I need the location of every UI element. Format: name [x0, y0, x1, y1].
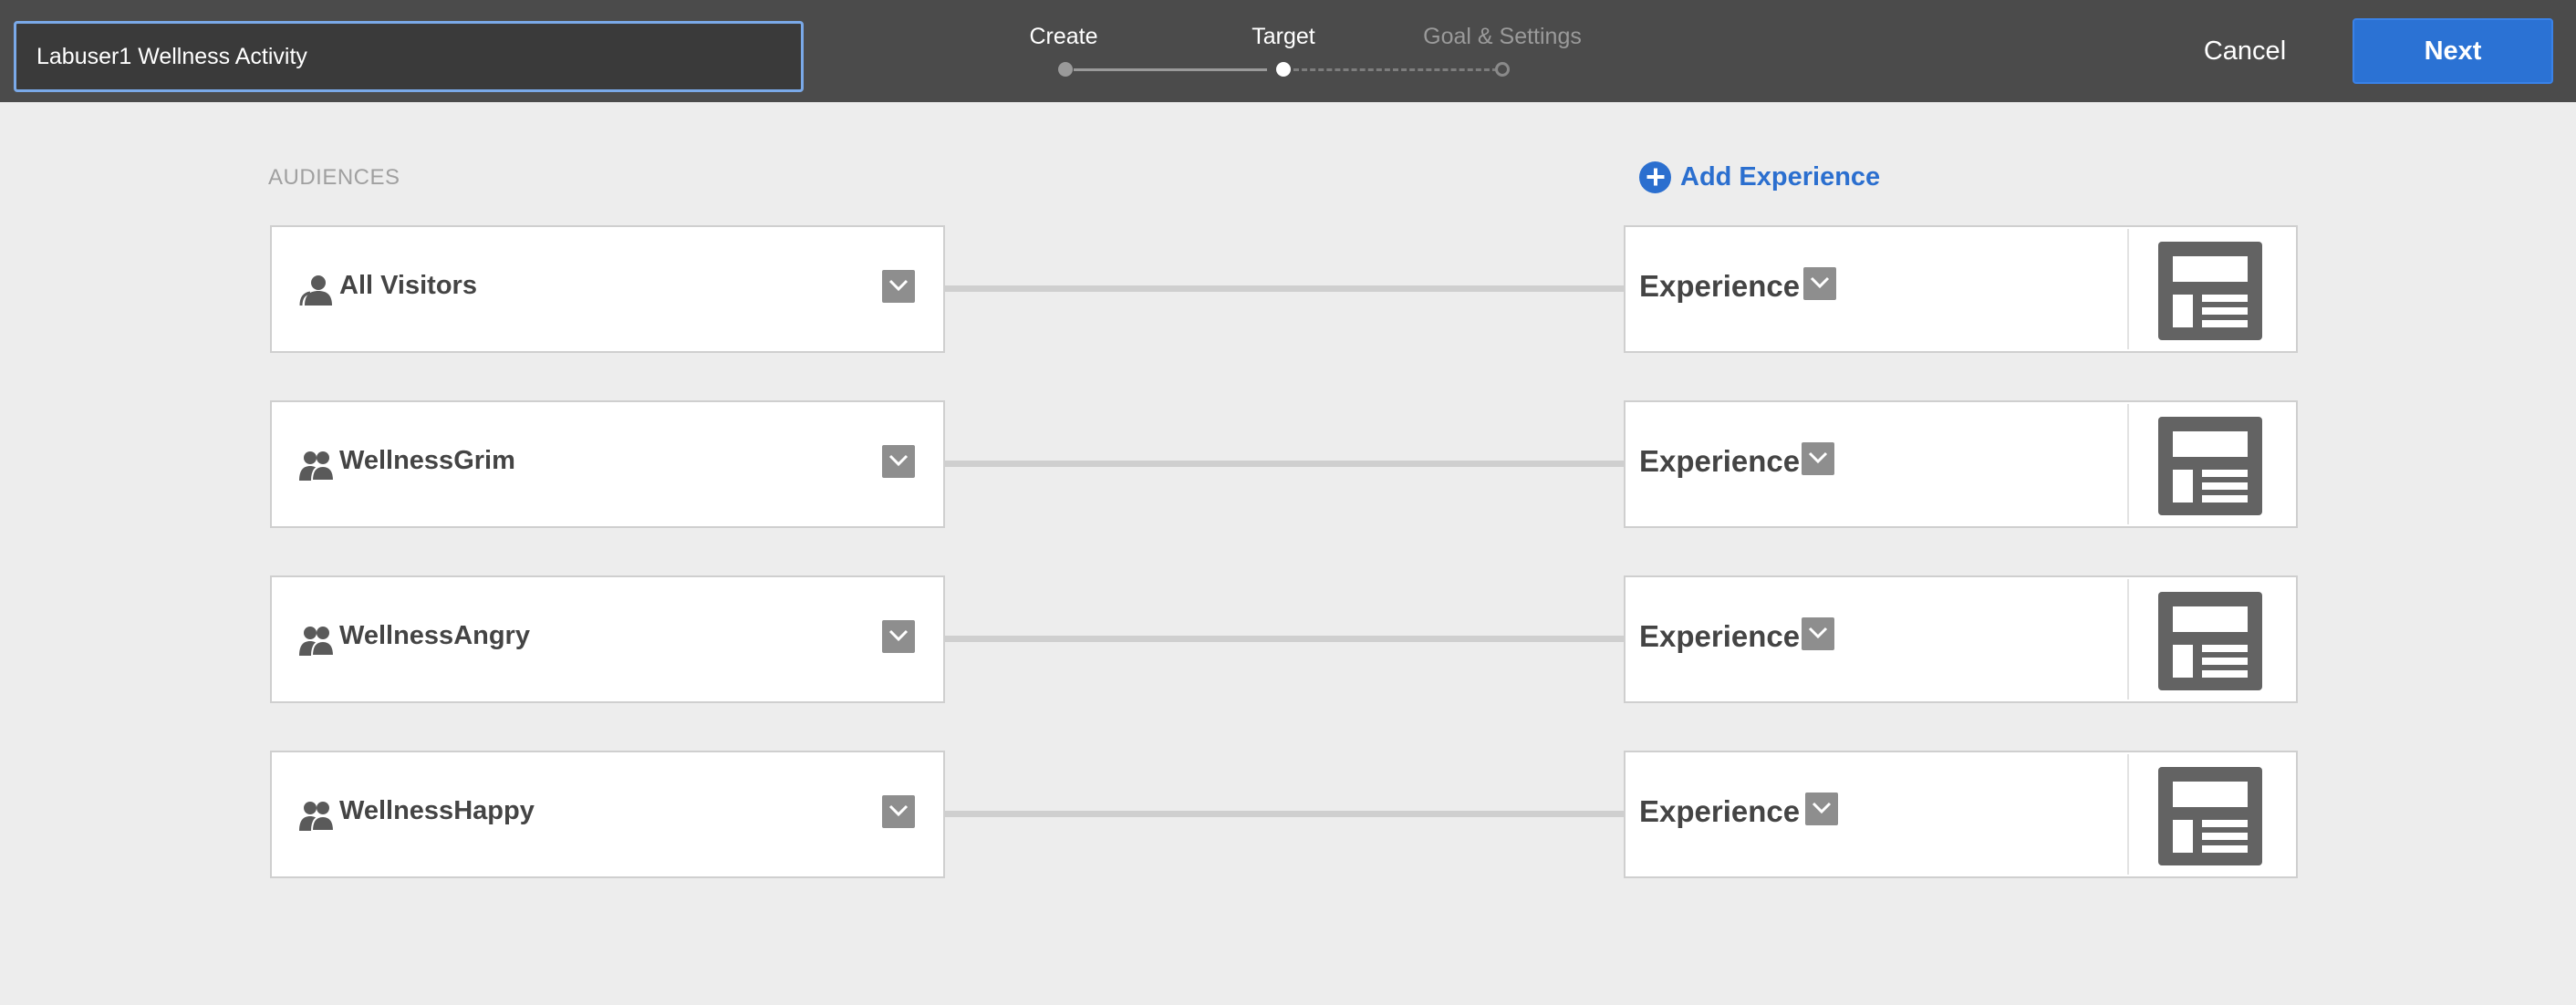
experience-dropdown-button[interactable] — [1805, 793, 1838, 825]
experience-thumbnail[interactable] — [2127, 579, 2295, 699]
experience-card[interactable]: Experience B — [1624, 400, 2298, 528]
experience-card[interactable]: Experience D — [1624, 751, 2298, 878]
people-group-icon — [299, 627, 334, 656]
audience-dropdown-button[interactable] — [882, 445, 915, 478]
chevron-down-icon — [1810, 276, 1830, 289]
chevron-down-icon — [888, 279, 909, 292]
step-remaining-line — [1293, 68, 1498, 71]
page-layout-icon — [2158, 242, 2262, 340]
step-create-label[interactable]: Create — [1029, 24, 1097, 50]
chevron-down-icon — [888, 804, 909, 817]
audience-dropdown-button[interactable] — [882, 270, 915, 303]
experience-thumbnail[interactable] — [2127, 404, 2295, 524]
chevron-down-icon — [1812, 802, 1832, 814]
step-progress-line — [1074, 68, 1267, 71]
add-circle-icon — [1639, 161, 1671, 193]
audience-dropdown-button[interactable] — [882, 795, 915, 828]
audience-experience-connector — [945, 636, 1624, 642]
audience-experience-row: All Visitors Experience A — [0, 225, 2576, 353]
step-target-dot[interactable] — [1276, 62, 1291, 77]
page-layout-icon — [2158, 767, 2262, 865]
audience-name: WellnessHappy — [339, 796, 535, 825]
page-layout-icon — [2158, 592, 2262, 690]
audience-name: WellnessGrim — [339, 446, 515, 475]
audience-dropdown-button[interactable] — [882, 620, 915, 653]
people-group-icon — [299, 451, 334, 481]
top-bar: Create Target Goal & Settings Cancel Nex… — [0, 0, 2576, 102]
audience-name: WellnessAngry — [339, 621, 530, 650]
audience-experience-connector — [945, 811, 1624, 817]
next-button[interactable]: Next — [2353, 18, 2553, 84]
chevron-down-icon — [888, 454, 909, 467]
experience-dropdown-button[interactable] — [1802, 442, 1834, 475]
experience-dropdown-button[interactable] — [1803, 267, 1836, 300]
audience-card[interactable]: WellnessGrim — [270, 400, 945, 528]
step-goal-settings-dot[interactable] — [1495, 62, 1510, 77]
page-layout-icon — [2158, 417, 2262, 515]
audience-card[interactable]: All Visitors — [270, 225, 945, 353]
step-goal-settings-label[interactable]: Goal & Settings — [1423, 24, 1582, 50]
audience-experience-connector — [945, 285, 1624, 292]
chevron-down-icon — [888, 629, 909, 642]
cancel-button[interactable]: Cancel — [2167, 22, 2322, 80]
experience-card[interactable]: Experience C — [1624, 575, 2298, 703]
experience-dropdown-button[interactable] — [1802, 617, 1834, 650]
step-create-dot[interactable] — [1058, 62, 1073, 77]
experience-thumbnail[interactable] — [2127, 229, 2295, 349]
chevron-down-icon — [1808, 451, 1828, 464]
step-target-label[interactable]: Target — [1252, 24, 1314, 50]
audience-name: All Visitors — [339, 271, 477, 300]
audience-card[interactable]: WellnessHappy — [270, 751, 945, 878]
single-person-icon — [299, 275, 332, 306]
audience-experience-row: WellnessGrim Experience B — [0, 400, 2576, 528]
audience-experience-connector — [945, 461, 1624, 467]
experience-name: Experience D — [1639, 794, 1831, 828]
experience-name: Experience A — [1639, 269, 1829, 303]
people-group-icon — [299, 802, 334, 831]
audience-card[interactable]: WellnessAngry — [270, 575, 945, 703]
audiences-heading: AUDIENCES — [268, 165, 400, 190]
add-experience-label: Add Experience — [1680, 161, 1881, 192]
chevron-down-icon — [1808, 627, 1828, 639]
add-experience-button[interactable]: Add Experience — [1639, 159, 1880, 195]
experience-card[interactable]: Experience A — [1624, 225, 2298, 353]
audience-experience-row: WellnessAngry Experience C — [0, 575, 2576, 703]
experience-thumbnail[interactable] — [2127, 754, 2295, 875]
audience-experience-row: WellnessHappy Experience D — [0, 751, 2576, 878]
